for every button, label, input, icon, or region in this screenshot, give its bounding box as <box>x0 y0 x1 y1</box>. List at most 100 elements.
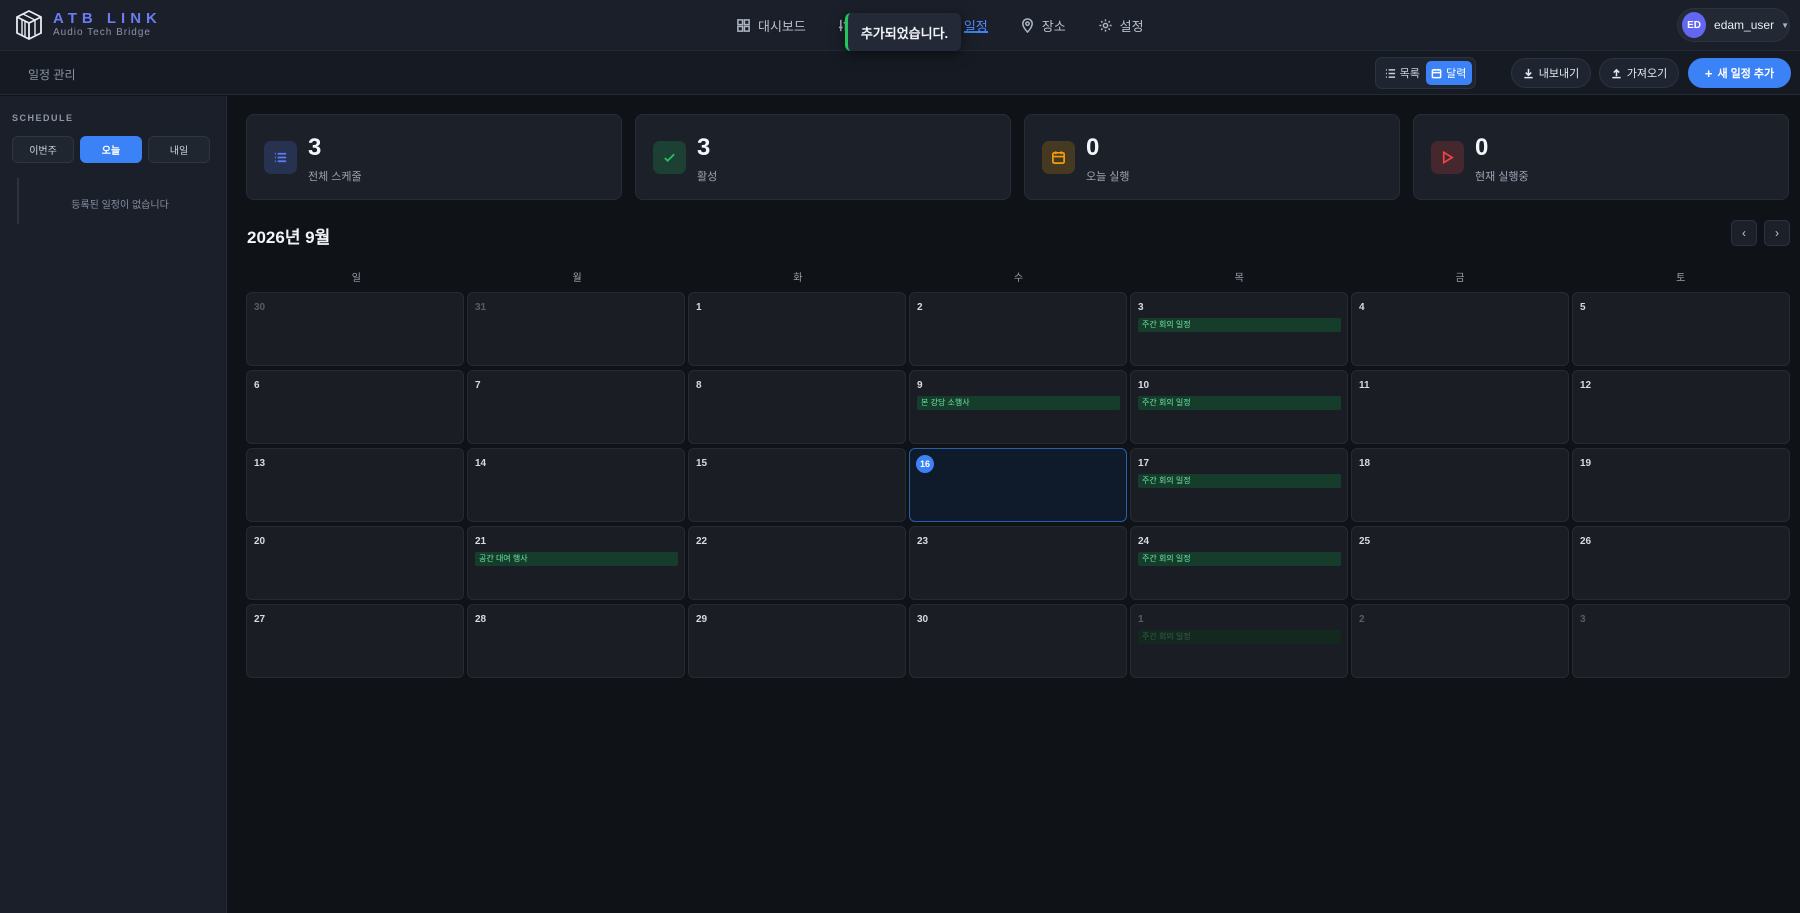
calendar-day-cell[interactable]: 17 주간 회의 일정 <box>1130 448 1348 522</box>
calendar-day-cell[interactable]: 24 주간 회의 일정 <box>1130 526 1348 600</box>
calendar-day-cell[interactable]: 14 <box>467 448 685 522</box>
add-schedule-button[interactable]: + 새 일정 추가 <box>1688 58 1791 88</box>
stat-card: 3 활성 <box>635 114 1011 200</box>
day-number: 19 <box>1580 458 1592 469</box>
calendar-day-cell[interactable]: 7 <box>467 370 685 444</box>
calendar-day-cell[interactable]: 12 <box>1572 370 1790 444</box>
calendar-day-cell[interactable]: 2 <box>1351 604 1569 678</box>
calendar-day-cell[interactable]: 4 <box>1351 292 1569 366</box>
list-view-label: 목록 <box>1399 68 1420 80</box>
logo[interactable]: ATB LINK Audio Tech Bridge <box>14 9 162 41</box>
logo-cube-icon <box>16 9 42 41</box>
weekday-sun: 일 <box>351 273 361 284</box>
calendar-day-cell[interactable]: 22 <box>688 526 906 600</box>
calendar-event[interactable]: 주간 회의 일정 <box>1138 630 1341 644</box>
calendar-event[interactable]: 주간 회의 일정 <box>1138 552 1341 566</box>
calendar-icon <box>1052 151 1065 164</box>
day-number: 25 <box>1359 536 1371 547</box>
calendar-day-cell[interactable]: 3 <box>1572 604 1790 678</box>
calendar-day-cell[interactable]: 5 <box>1572 292 1790 366</box>
stat-value: 3 <box>308 134 322 161</box>
add-schedule-label: 새 일정 추가 <box>1717 68 1775 80</box>
day-number: 14 <box>475 458 487 469</box>
calendar-day-cell[interactable]: 2 <box>909 292 1127 366</box>
calendar-day-cell[interactable]: 28 <box>467 604 685 678</box>
view-toggle: 목록 달력 <box>1375 57 1476 89</box>
calendar-event[interactable]: 주간 회의 일정 <box>1138 318 1341 332</box>
toast-notification: 추가되었습니다. <box>845 13 961 51</box>
calendar-day-cell[interactable]: 30 <box>909 604 1127 678</box>
day-number: 30 <box>917 614 929 625</box>
export-button[interactable]: 내보내기 <box>1511 58 1591 88</box>
tab-today[interactable]: 오늘 <box>80 136 142 163</box>
calendar-day-cell[interactable]: 1 주간 회의 일정 <box>1130 604 1348 678</box>
stat-value: 0 <box>1475 134 1489 161</box>
tab-tomorrow[interactable]: 내일 <box>148 136 210 163</box>
list-view-button[interactable]: 목록 <box>1379 61 1426 85</box>
day-number: 3 <box>1580 614 1586 625</box>
schedule-sidebar: SCHEDULE 이번주 오늘 내일 등록된 일정이 없습니다 <box>0 96 227 913</box>
check-icon <box>664 153 675 162</box>
weekday-fri: 금 <box>1455 273 1465 284</box>
calendar-day-cell[interactable]: 3 주간 회의 일정 <box>1130 292 1348 366</box>
calendar-view-button[interactable]: 달력 <box>1425 61 1472 85</box>
weekday-thu: 목 <box>1234 273 1244 284</box>
stat-icon-box <box>653 141 686 174</box>
stat-card: 0 오늘 실행 <box>1024 114 1400 200</box>
day-number: 7 <box>475 380 481 391</box>
day-number: 15 <box>696 458 708 469</box>
sub-header: 일정 관리 목록 달력 내보내기 가져오기 + 새 일정 추가 <box>0 51 1800 95</box>
calendar-day-cell[interactable]: 9 본 강당 소행사 <box>909 370 1127 444</box>
play-icon <box>1442 150 1454 165</box>
calendar-day-cell[interactable]: 13 <box>246 448 464 522</box>
weekday-header: 일 월 화 수 목 금 토 <box>246 269 1791 284</box>
stat-card: 0 현재 실행중 <box>1413 114 1789 200</box>
tab-this-week[interactable]: 이번주 <box>12 136 74 163</box>
stat-label: 활성 <box>697 171 718 183</box>
day-number: 26 <box>1580 536 1592 547</box>
calendar-day-cell[interactable]: 26 <box>1572 526 1790 600</box>
calendar-day-cell[interactable]: 18 <box>1351 448 1569 522</box>
list-icon <box>1385 68 1395 78</box>
sidebar-tabs: 이번주 오늘 내일 <box>12 136 210 163</box>
calendar-day-cell[interactable]: 21 공간 대여 행사 <box>467 526 685 600</box>
stat-label: 전체 스케줄 <box>308 171 362 183</box>
day-number: 31 <box>475 302 487 313</box>
calendar-day-cell[interactable]: 20 <box>246 526 464 600</box>
calendar-event[interactable]: 주간 회의 일정 <box>1138 396 1341 410</box>
calendar-day-cell[interactable]: 27 <box>246 604 464 678</box>
location-pin-icon <box>1021 17 1033 33</box>
calendar-event[interactable]: 공간 대여 행사 <box>475 552 678 566</box>
day-number: 2 <box>1359 614 1365 625</box>
nav-settings[interactable]: 설정 <box>1082 0 1160 50</box>
chevron-down-icon: ▼ <box>1781 20 1789 30</box>
month-title: 2026년 9월 <box>247 228 331 247</box>
calendar-day-cell[interactable]: 10 주간 회의 일정 <box>1130 370 1348 444</box>
nav-location[interactable]: 장소 <box>1004 0 1082 50</box>
stat-icon-box <box>264 141 297 174</box>
calendar-event[interactable]: 주간 회의 일정 <box>1138 474 1341 488</box>
calendar-day-cell[interactable]: 31 <box>467 292 685 366</box>
nav-dashboard[interactable]: 대시보드 <box>720 0 822 50</box>
calendar-day-cell[interactable]: 16 <box>909 448 1127 522</box>
next-month-button[interactable]: › <box>1764 220 1790 246</box>
empty-state: 등록된 일정이 없습니다 <box>71 200 169 211</box>
day-number: 5 <box>1580 302 1586 313</box>
day-number: 11 <box>1359 380 1370 391</box>
calendar-day-cell[interactable]: 29 <box>688 604 906 678</box>
calendar-day-cell[interactable]: 15 <box>688 448 906 522</box>
calendar-day-cell[interactable]: 25 <box>1351 526 1569 600</box>
calendar-day-cell[interactable]: 11 <box>1351 370 1569 444</box>
prev-month-button[interactable]: ‹ <box>1731 220 1757 246</box>
calendar-event[interactable]: 본 강당 소행사 <box>917 396 1120 410</box>
calendar-day-cell[interactable]: 8 <box>688 370 906 444</box>
calendar-day-cell[interactable]: 30 <box>246 292 464 366</box>
calendar-day-cell[interactable]: 19 <box>1572 448 1790 522</box>
calendar-day-cell[interactable]: 6 <box>246 370 464 444</box>
calendar-view-label: 달력 <box>1446 68 1467 80</box>
day-number: 3 <box>1138 302 1144 313</box>
calendar-day-cell[interactable]: 23 <box>909 526 1127 600</box>
calendar-day-cell[interactable]: 1 <box>688 292 906 366</box>
user-menu[interactable]: ED edam_user ▼ <box>1677 8 1790 42</box>
import-button[interactable]: 가져오기 <box>1599 58 1679 88</box>
